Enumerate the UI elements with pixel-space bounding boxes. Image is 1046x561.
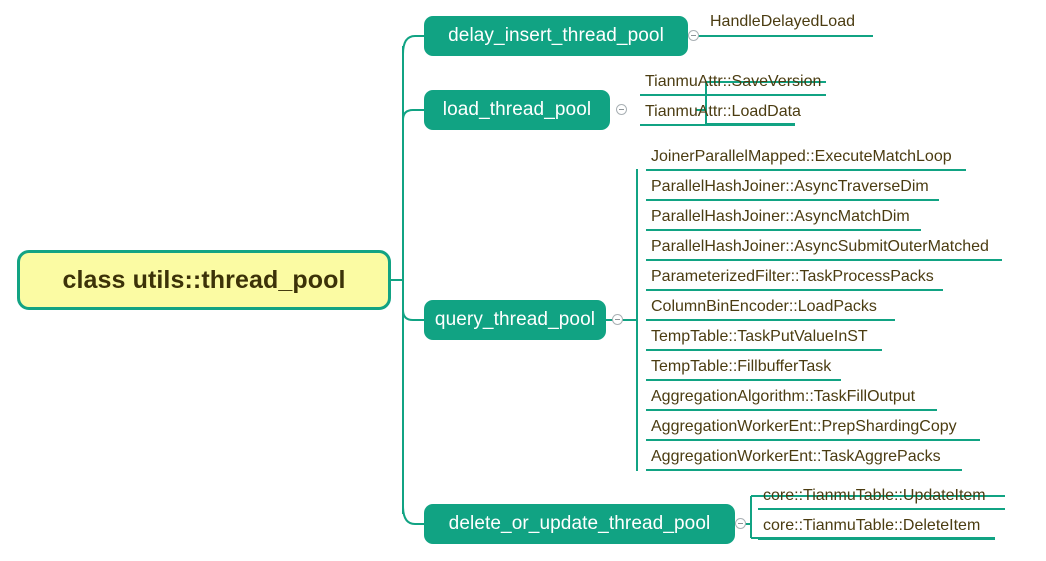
leaf-label: ParallelHashJoiner::AsyncMatchDim [651, 208, 910, 225]
leaf-underline [646, 259, 1002, 261]
leaf-label: ParallelHashJoiner::AsyncTraverseDim [651, 178, 929, 195]
leaf-label: AggregationWorkerEnt::TaskAggrePacks [651, 448, 941, 465]
leaf-underline [646, 379, 841, 381]
leaf-label: core::TianmuTable::UpdateItem [763, 487, 986, 504]
branch-label: delay_insert_thread_pool [448, 25, 664, 46]
branch-label: delete_or_update_thread_pool [448, 513, 711, 534]
leaf-node[interactable]: JoinerParallelMapped::ExecuteMatchLoop [646, 142, 956, 172]
leaf-label: TianmuAttr::LoadData [645, 103, 801, 120]
leaf-label: ParameterizedFilter::TaskProcessPacks [651, 268, 934, 285]
leaf-node[interactable]: AggregationAlgorithm::TaskFillOutput [646, 382, 919, 412]
leaf-node[interactable]: core::TianmuTable::DeleteItem [758, 511, 984, 541]
leaf-label: core::TianmuTable::DeleteItem [763, 517, 981, 534]
leaf-underline [705, 35, 873, 37]
collapse-toggle-delay-insert-thread-pool[interactable] [688, 30, 699, 41]
leaf-label: TempTable::TaskPutValueInST [651, 328, 868, 345]
leaf-node[interactable]: ParallelHashJoiner::AsyncSubmitOuterMatc… [646, 232, 993, 262]
root-node-label: class utils::thread_pool [62, 265, 346, 294]
leaf-underline [646, 409, 937, 411]
leaf-label: AggregationAlgorithm::TaskFillOutput [651, 388, 916, 405]
leaf-node[interactable]: TempTable::TaskPutValueInST [646, 322, 872, 352]
leaf-node[interactable]: AggregationWorkerEnt::PrepShardingCopy [646, 412, 961, 442]
leaf-underline [758, 538, 995, 540]
branch-label: load_thread_pool [442, 99, 592, 120]
collapse-toggle-load-thread-pool[interactable] [616, 104, 627, 115]
leaf-node[interactable]: ParallelHashJoiner::AsyncMatchDim [646, 202, 914, 232]
leaf-underline [646, 469, 962, 471]
branch-label: query_thread_pool [434, 309, 596, 330]
leaf-underline [646, 229, 921, 231]
branch-node-delete-or-update-thread-pool[interactable]: delete_or_update_thread_pool [424, 504, 735, 544]
leaf-node[interactable]: ParameterizedFilter::TaskProcessPacks [646, 262, 938, 292]
leaf-underline [758, 508, 1005, 510]
leaf-label: JoinerParallelMapped::ExecuteMatchLoop [651, 148, 952, 165]
leaf-node[interactable]: ParallelHashJoiner::AsyncTraverseDim [646, 172, 933, 202]
root-node[interactable]: class utils::thread_pool [17, 250, 391, 310]
leaf-label: ParallelHashJoiner::AsyncSubmitOuterMatc… [651, 238, 989, 255]
leaf-node[interactable]: ColumnBinEncoder::LoadPacks [646, 292, 881, 322]
leaf-label: ColumnBinEncoder::LoadPacks [651, 298, 877, 315]
leaf-label: HandleDelayedLoad [710, 13, 855, 30]
leaf-underline [640, 124, 795, 126]
leaf-node[interactable]: core::TianmuTable::UpdateItem [758, 481, 990, 511]
leaf-node[interactable]: TianmuAttr::LoadData [640, 97, 805, 127]
mind-map-canvas: class utils::thread_pool delay_insert_th… [0, 0, 1046, 561]
branch-node-delay-insert-thread-pool[interactable]: delay_insert_thread_pool [424, 16, 688, 56]
leaf-underline [646, 199, 939, 201]
branch-node-query-thread-pool[interactable]: query_thread_pool [424, 300, 606, 340]
leaf-underline [646, 319, 895, 321]
leaf-underline [646, 169, 966, 171]
branch-node-load-thread-pool[interactable]: load_thread_pool [424, 90, 610, 130]
leaf-underline [646, 349, 882, 351]
leaf-underline [640, 94, 826, 96]
collapse-toggle-delete-or-update-thread-pool[interactable] [735, 518, 746, 529]
collapse-toggle-query-thread-pool[interactable] [612, 314, 623, 325]
leaf-label: AggregationWorkerEnt::PrepShardingCopy [651, 418, 957, 435]
leaf-underline [646, 289, 943, 291]
leaf-node[interactable]: AggregationWorkerEnt::TaskAggrePacks [646, 442, 945, 472]
leaf-label: TianmuAttr::SaveVersion [645, 73, 822, 90]
leaf-node[interactable]: TianmuAttr::SaveVersion [640, 67, 825, 97]
leaf-node[interactable]: HandleDelayedLoad [705, 7, 859, 37]
leaf-label: TempTable::FillbufferTask [651, 358, 832, 375]
leaf-node[interactable]: TempTable::FillbufferTask [646, 352, 835, 382]
leaf-underline [646, 439, 980, 441]
